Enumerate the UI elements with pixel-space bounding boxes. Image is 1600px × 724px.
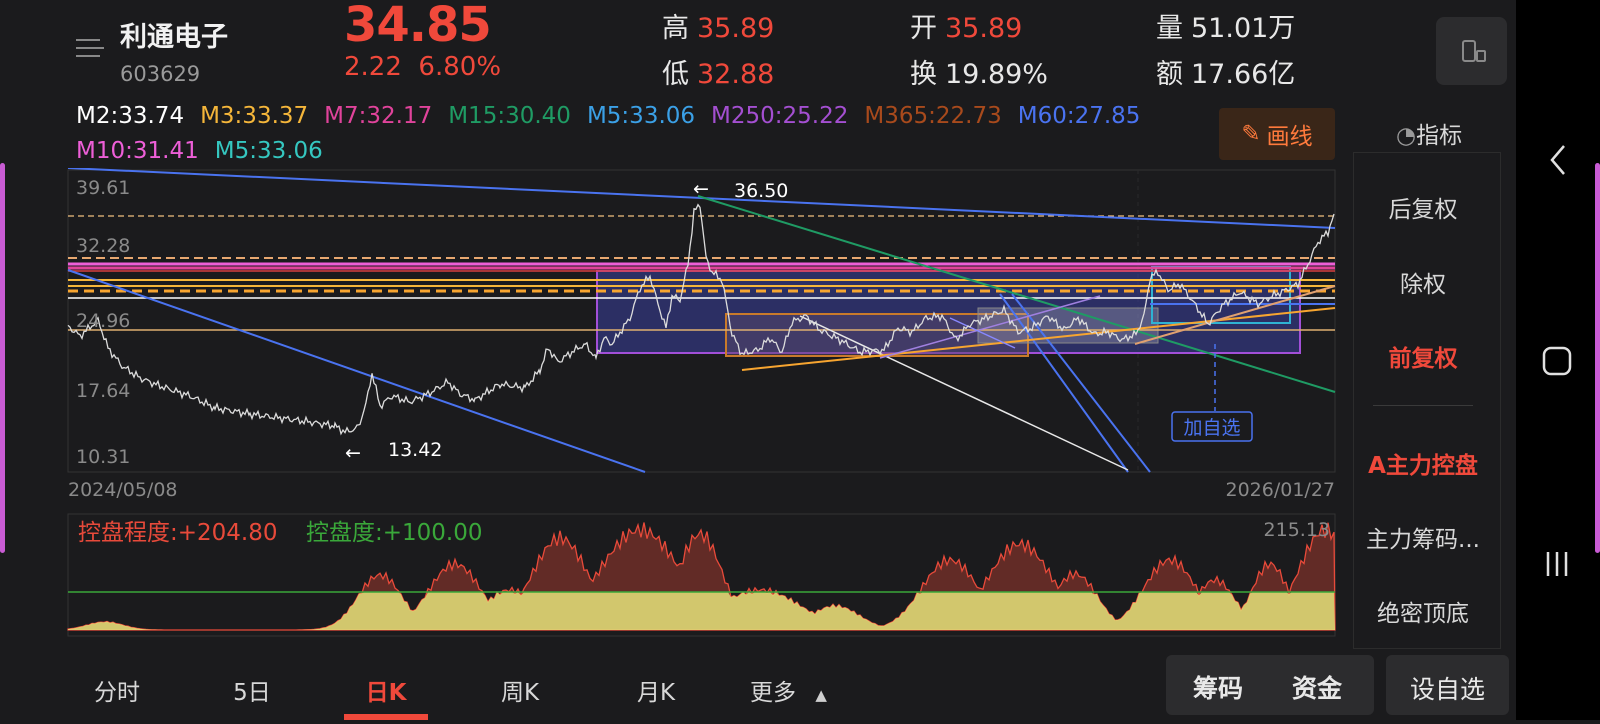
high-stat: 高 35.89 [662, 13, 775, 44]
price-axis-label: 17.64 [76, 380, 130, 402]
tab-more[interactable]: 更多 ▲ [750, 673, 860, 707]
ma-legend-item: M10:31.41 [76, 138, 199, 164]
edge-handle-left[interactable] [0, 163, 5, 553]
landscape-toggle-button[interactable] [1436, 17, 1507, 85]
indicator-main-control[interactable]: A主力控盘 [1353, 446, 1493, 480]
stock-code: 603629 [120, 62, 201, 86]
chips-button[interactable]: 筹码 [1193, 669, 1243, 705]
caret-up-icon: ▲ [815, 686, 827, 704]
control-level-area [68, 592, 1335, 630]
gauge-icon: ◔ [1396, 123, 1417, 149]
date-start-label: 2024/05/08 [68, 479, 178, 501]
ma-legend-item: M15:30.40 [448, 103, 571, 129]
control-indicator-chart[interactable]: 控盘程度:+204.80 控盘度:+100.00 215.13 [0, 512, 1340, 642]
ma-legend-item: M60:27.85 [1017, 103, 1141, 129]
adjust-pre-button[interactable]: 前复权 [1353, 339, 1493, 373]
ma-legend: M2:33.74 M3:33.37 M7:32.17 M15:30.40 M5:33.0… [76, 103, 1216, 165]
stock-header: 利通电子 603629 34.85 2.22 6.80% 高 35.89 低 32.… [0, 0, 1516, 100]
funds-button[interactable]: 资金 [1292, 669, 1342, 705]
recents-icon[interactable] [1546, 552, 1568, 576]
ma-legend-item: M5:33.06 [214, 138, 323, 164]
indicator-button[interactable]: ◔指标 [1396, 116, 1462, 150]
tab-5day[interactable]: 5日 [222, 673, 282, 707]
set-watchlist-button[interactable]: 设自选 [1410, 670, 1485, 706]
control-degree-label: 控盘程度:+204.80 [78, 520, 278, 546]
tab-intraday[interactable]: 分时 [86, 673, 148, 707]
current-price: 34.85 [344, 0, 492, 53]
amount-stat: 额 17.66亿 [1156, 59, 1296, 90]
price-axis-label: 24.96 [76, 310, 130, 332]
price-axis-label: 10.31 [76, 446, 130, 468]
turnover-stat: 换 19.89% [910, 59, 1048, 90]
svg-text:加自选: 加自选 [1183, 417, 1240, 439]
add-watch-tag[interactable]: 加自选 [1171, 411, 1253, 442]
change-percent: 6.80% [418, 52, 502, 82]
home-icon[interactable] [1542, 346, 1572, 376]
active-tab-indicator [344, 714, 428, 720]
indicator-main-chips[interactable]: 主力筹码... [1353, 520, 1493, 554]
stock-name: 利通电子 [120, 22, 228, 53]
tab-daily-k[interactable]: 日K [344, 673, 428, 707]
sub-max-label: 215.13 [1264, 519, 1330, 541]
low-mark-label: 13.42 [388, 439, 442, 461]
low-arrow: ← [345, 442, 361, 464]
price-change: 2.22 6.80% [344, 52, 501, 82]
low-stat: 低 32.88 [662, 59, 775, 90]
adjust-none-button[interactable]: 除权 [1353, 265, 1493, 299]
back-icon[interactable] [1550, 145, 1565, 175]
price-axis-label: 32.28 [76, 235, 130, 257]
control-deg-label: 控盘度:+100.00 [306, 520, 483, 546]
open-stat: 开 35.89 [910, 13, 1023, 44]
side-panel [1353, 152, 1501, 649]
ma-legend-item: M3:33.37 [200, 103, 309, 129]
adjust-post-button[interactable]: 后复权 [1353, 190, 1493, 224]
ma-legend-item: M250:25.22 [711, 103, 849, 129]
volume-stat: 量 51.01万 [1156, 13, 1296, 44]
ma-legend-item: M365:22.73 [864, 103, 1002, 129]
high-arrow: ← [693, 178, 709, 200]
ma-legend-item: M7:32.17 [324, 103, 433, 129]
side-divider [1373, 405, 1473, 406]
price-axis-label: 39.61 [76, 177, 130, 199]
change-value: 2.22 [344, 52, 402, 82]
high-mark-label: 36.50 [734, 180, 788, 202]
tab-monthly-k[interactable]: 月K [620, 673, 692, 707]
tab-weekly-k[interactable]: 周K [484, 673, 556, 707]
kline-chart[interactable]: 39.61 32.28 24.96 17.64 10.31 2024/05/08… [0, 168, 1340, 508]
menu-icon[interactable] [76, 33, 104, 63]
ma-legend-item: M5:33.06 [586, 103, 696, 129]
ma-legend-item: M2:33.74 [76, 103, 185, 129]
system-nav-bar [1516, 0, 1600, 720]
draw-line-button[interactable]: ✎ 画线 [1219, 108, 1335, 160]
rotate-screen-icon [1462, 40, 1486, 62]
edge-handle-right[interactable] [1595, 163, 1600, 553]
date-end-label: 2026/01/27 [1225, 479, 1335, 501]
pencil-icon: ✎ [1241, 121, 1261, 147]
indicator-top-bottom[interactable]: 绝密顶底 [1353, 594, 1493, 628]
